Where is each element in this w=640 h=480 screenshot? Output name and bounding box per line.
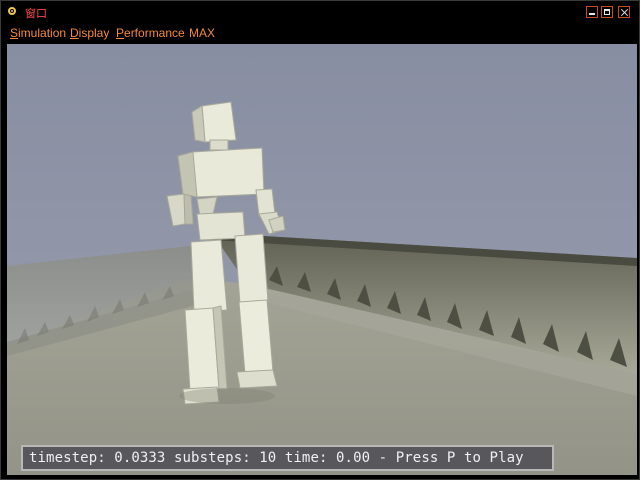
minimize-icon[interactable] (586, 6, 598, 18)
menu-display[interactable]: Display (70, 26, 109, 40)
maximize-icon[interactable] (601, 6, 613, 18)
figure-shadow (179, 388, 275, 404)
menu-bar: Simulation Display Performance MAX (1, 23, 639, 43)
menu-max[interactable]: MAX (189, 26, 215, 40)
window-title: 窗口 (25, 8, 47, 20)
menu-performance[interactable]: Performance (116, 26, 185, 40)
title-bar[interactable]: 窗口 (1, 1, 639, 23)
menu-simulation[interactable]: Simulation (10, 26, 66, 40)
app-window: 窗口 Simulation Display Performance MAX ti… (0, 0, 640, 480)
3d-viewport[interactable] (7, 44, 637, 475)
app-icon[interactable] (8, 7, 16, 15)
scene-render (7, 44, 637, 475)
status-bar: timestep: 0.0333 substeps: 10 time: 0.00… (21, 445, 554, 471)
close-icon[interactable] (618, 6, 630, 18)
status-text: timestep: 0.0333 substeps: 10 time: 0.00… (29, 450, 524, 466)
